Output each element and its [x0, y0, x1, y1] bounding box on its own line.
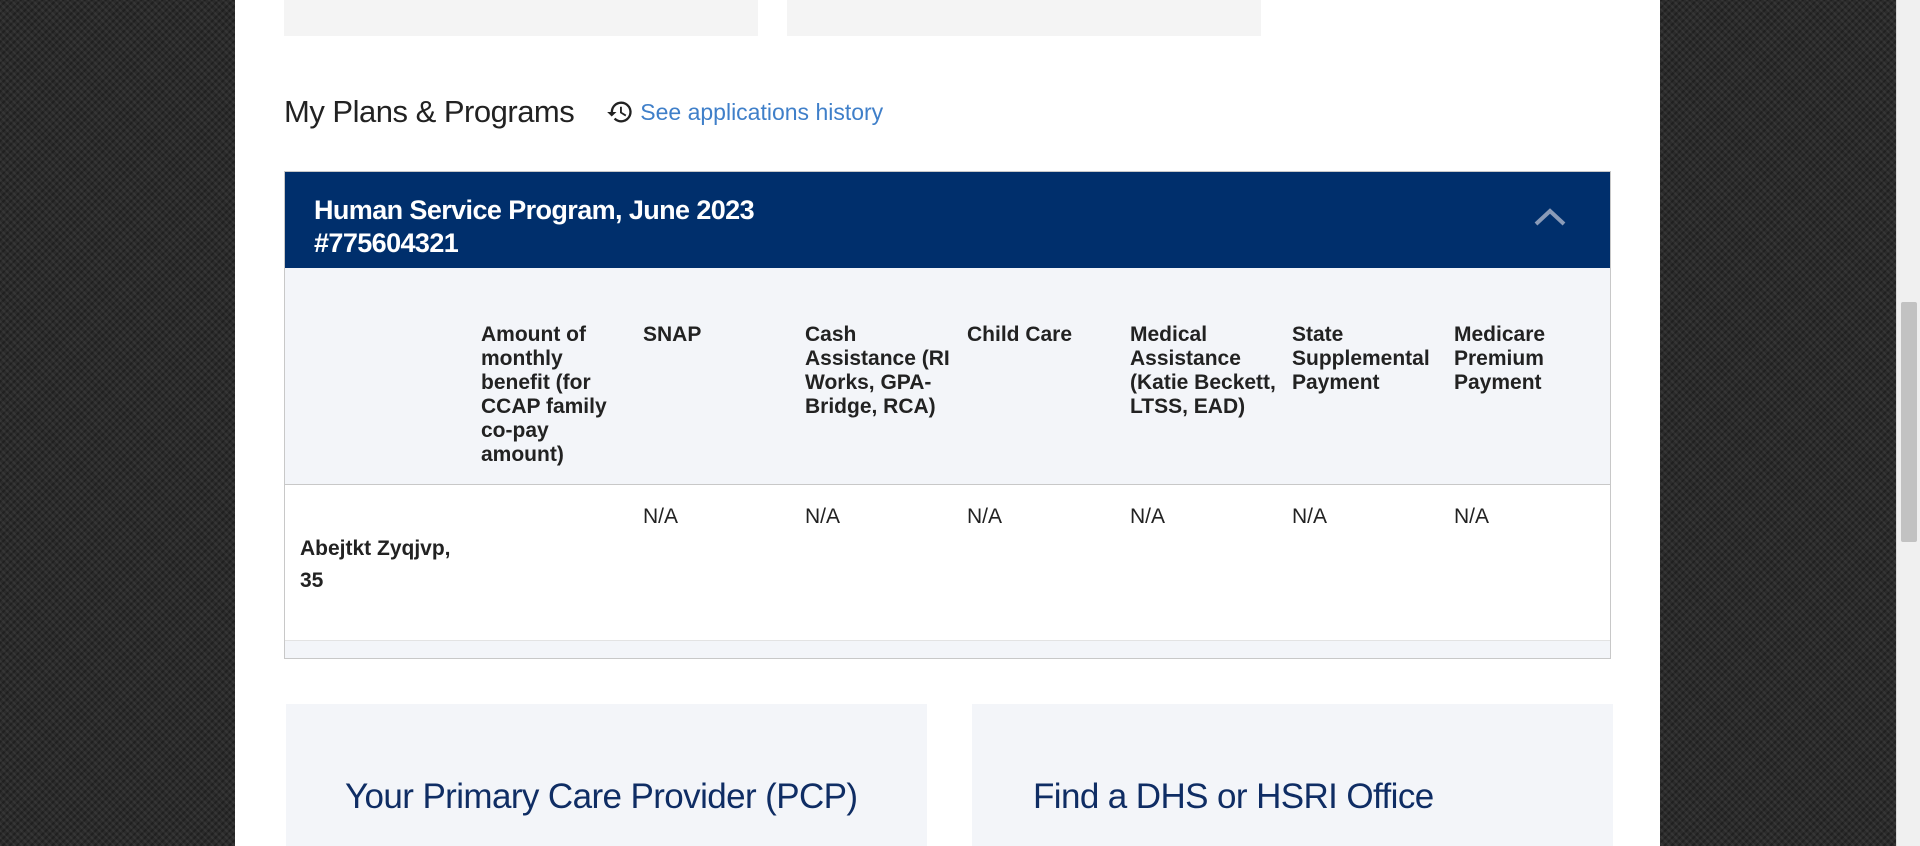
program-title: Human Service Program, June 2023 #775604… [314, 194, 834, 260]
scrollbar-thumb[interactable] [1901, 302, 1917, 542]
member-name: Abejtkt Zyqjvp, 35 [300, 537, 451, 592]
column-header-cash-assistance: Cash Assistance (RI Works, GPA-Bridge, R… [805, 323, 950, 418]
cell-medicare-premium: N/A [1454, 505, 1490, 528]
cell-state-supplemental: N/A [1292, 505, 1328, 528]
column-header-state-supplemental: State Supplemental Payment [1292, 323, 1430, 394]
history-icon [607, 101, 632, 123]
cell-cash-assistance: N/A [805, 505, 841, 528]
cell-snap: N/A [643, 505, 679, 528]
history-link-label: See applications history [640, 98, 884, 125]
plans-section-header: My Plans & Programs See applications his… [284, 90, 883, 134]
office-card[interactable]: Find a DHS or HSRI Office [972, 704, 1613, 846]
column-header-medical-assistance: Medical Assistance (Katie Beckett, LTSS,… [1130, 323, 1276, 418]
benefits-table: Amount of monthly benefit (for CCAP fami… [285, 268, 1610, 659]
chevron-up-icon [1534, 208, 1566, 226]
top-card-right [787, 0, 1261, 36]
pcp-card[interactable]: Your Primary Care Provider (PCP) [286, 704, 927, 846]
pcp-card-title: Your Primary Care Provider (PCP) [345, 777, 858, 816]
program-card-header[interactable]: Human Service Program, June 2023 #775604… [285, 172, 1610, 268]
program-card: Human Service Program, June 2023 #775604… [284, 171, 1611, 659]
page: My Plans & Programs See applications his… [235, 0, 1660, 846]
collapse-button[interactable] [1530, 202, 1570, 232]
applications-history-link[interactable]: See applications history [606, 98, 883, 126]
column-header-snap: SNAP [643, 323, 702, 346]
table-header-row: Amount of monthly benefit (for CCAP fami… [285, 268, 1610, 485]
table-row: Abejtkt Zyqjvp, 35 N/A N/A N/A N/A N/A N… [285, 485, 1610, 641]
column-header-monthly-benefit: Amount of monthly benefit (for CCAP fami… [481, 323, 607, 466]
section-title: My Plans & Programs [284, 94, 575, 129]
column-header-child-care: Child Care [967, 323, 1073, 346]
page-scrollbar[interactable] [1896, 0, 1920, 846]
cell-child-care: N/A [967, 505, 1003, 528]
program-number: #775604321 [314, 228, 459, 258]
column-header-medicare-premium: Medicare Premium Payment [1454, 323, 1546, 394]
top-card-left [284, 0, 758, 36]
office-card-title: Find a DHS or HSRI Office [1033, 777, 1434, 816]
cell-medical-assistance: N/A [1130, 505, 1166, 528]
program-name: Human Service Program, June 2023 [314, 195, 755, 225]
